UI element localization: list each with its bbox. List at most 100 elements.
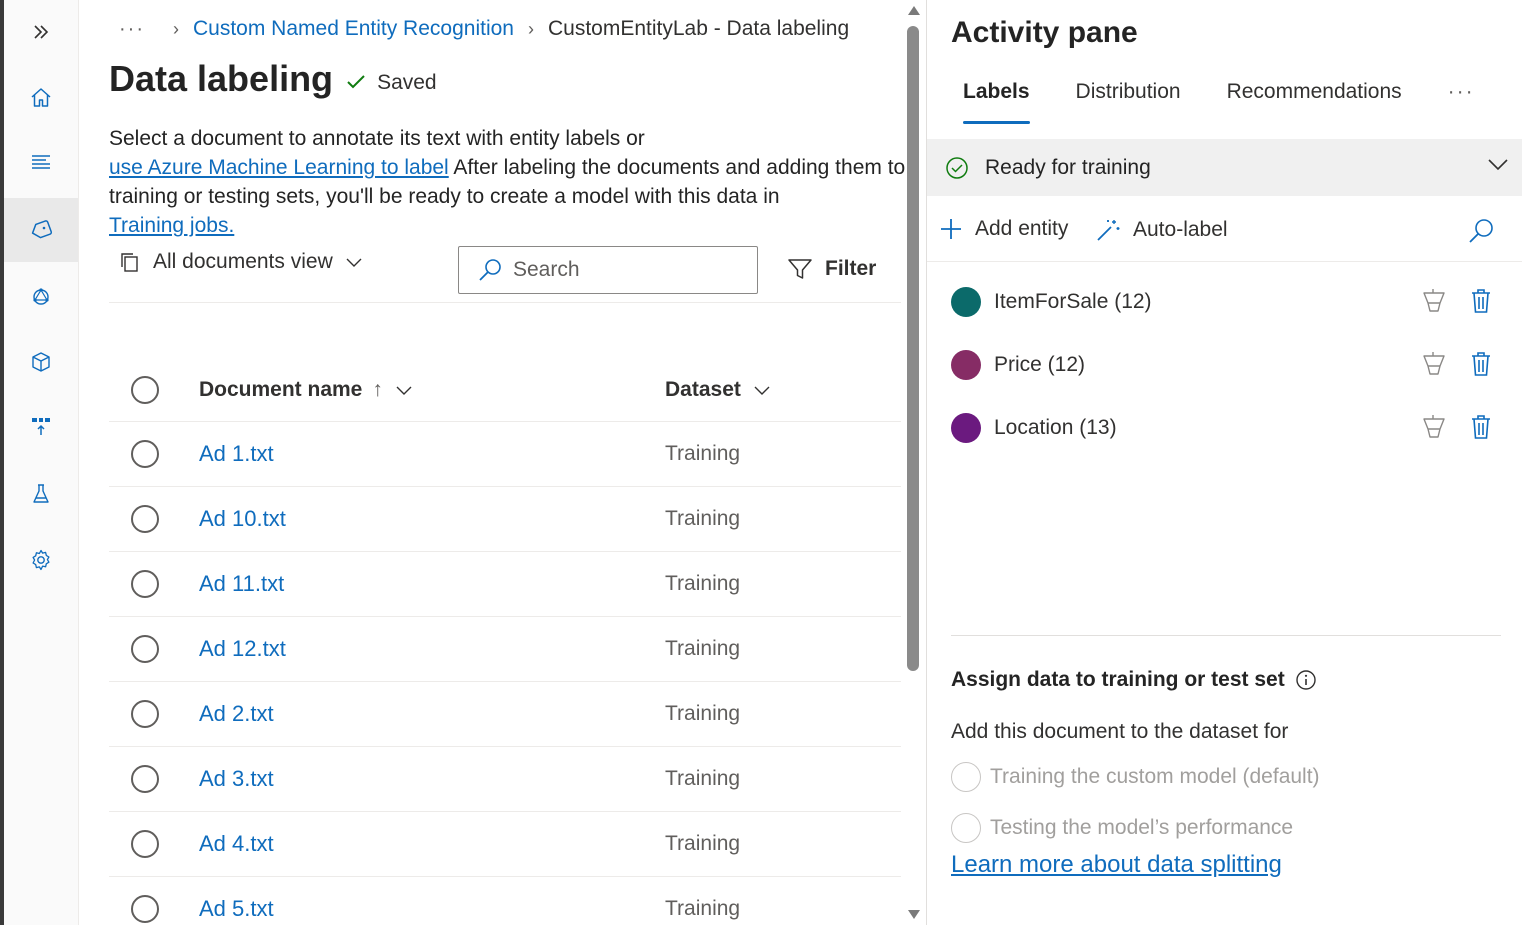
learn-more-link[interactable]: Learn more about data splitting (951, 851, 1282, 879)
radio-testing[interactable] (951, 813, 981, 843)
document-name-link[interactable]: Ad 2.txt (199, 701, 274, 727)
pane-search-button[interactable] (1467, 217, 1495, 250)
nav-settings[interactable] (4, 528, 78, 592)
auto-label-button[interactable]: Auto-label (1095, 217, 1228, 243)
entity-color-dot (951, 287, 981, 317)
page-description: Select a document to annotate its text w… (109, 124, 909, 240)
option-training[interactable]: Training the custom model (default) (951, 762, 1320, 792)
add-entity-label: Add entity (975, 217, 1069, 240)
option-testing[interactable]: Testing the model’s performance (951, 813, 1293, 843)
vertical-scrollbar[interactable] (905, 0, 923, 925)
table-row[interactable]: Ad 10.txt Training (109, 487, 901, 552)
table-row[interactable]: Ad 1.txt Training (109, 422, 901, 487)
table-row[interactable]: Ad 2.txt Training (109, 682, 901, 747)
document-name-link[interactable]: Ad 10.txt (199, 506, 286, 532)
select-all-checkbox[interactable] (131, 375, 159, 404)
tab-more-button[interactable]: ··· (1448, 80, 1475, 124)
documents-table: Document name ↑ Dataset Ad 1.txt Trainin… (109, 358, 901, 925)
row-select-radio[interactable] (131, 765, 159, 793)
entity-item-price[interactable]: Price (12) (951, 348, 1499, 382)
tab-labels[interactable]: Labels (963, 80, 1030, 124)
table-row[interactable]: Ad 11.txt Training (109, 552, 901, 617)
document-name-link[interactable]: Ad 11.txt (199, 571, 284, 597)
dataset-cell: Training (665, 767, 741, 790)
scroll-up-arrow[interactable] (908, 6, 920, 15)
plus-icon (941, 219, 961, 239)
entity-color-dot (951, 413, 981, 443)
info-icon[interactable] (1295, 669, 1317, 691)
dataset-cell: Training (665, 897, 741, 920)
azure-ml-link[interactable]: use Azure Machine Learning to label (109, 156, 449, 179)
option-training-label: Training the custom model (default) (990, 765, 1320, 788)
breadcrumb-project-link[interactable]: Custom Named Entity Recognition (193, 17, 514, 41)
expand-icon (34, 25, 49, 39)
row-select-radio[interactable] (131, 570, 159, 598)
nav-home[interactable] (4, 66, 78, 130)
add-entity-button[interactable]: Add entity (939, 217, 1068, 241)
chevron-down-icon (754, 386, 770, 395)
nav-deploying[interactable] (4, 394, 78, 458)
document-name-link[interactable]: Ad 1.txt (199, 441, 274, 467)
main-content: ··· › Custom Named Entity Recognition › … (79, 0, 926, 925)
document-name-link[interactable]: Ad 5.txt (199, 896, 274, 922)
search-icon (479, 259, 501, 281)
assign-title-text: Assign data to training or test set (951, 668, 1285, 691)
assign-description: Add this document to the dataset for (951, 720, 1289, 743)
nav-testing[interactable] (4, 462, 78, 526)
training-jobs-link[interactable]: Training jobs. (109, 214, 234, 237)
document-name-link[interactable]: Ad 3.txt (199, 766, 274, 792)
table-row[interactable]: Ad 4.txt Training (109, 812, 901, 877)
dataset-cell: Training (665, 507, 741, 530)
sort-ascending-icon: ↑ (372, 377, 383, 401)
breadcrumb-overflow[interactable]: ··· (119, 18, 145, 41)
magic-wand-icon (1097, 220, 1120, 241)
page-title: Data labeling (109, 58, 334, 99)
document-name-link[interactable]: Ad 12.txt (199, 636, 286, 662)
entity-actions (1421, 350, 1493, 378)
row-select-radio[interactable] (131, 830, 159, 858)
nav-data-labeling[interactable] (4, 198, 78, 262)
delete-icon[interactable] (1469, 413, 1493, 441)
filter-button[interactable]: Filter (787, 256, 876, 282)
documents-icon (121, 253, 138, 272)
paint-bucket-icon[interactable] (1421, 350, 1447, 378)
row-select-radio[interactable] (131, 700, 159, 728)
nav-projects[interactable] (4, 130, 78, 194)
expand-nav-button[interactable] (4, 0, 78, 64)
title-row: Data labeling Saved (109, 58, 437, 100)
row-select-radio[interactable] (131, 440, 159, 468)
table-row[interactable]: Ad 5.txt Training (109, 877, 901, 925)
divider (951, 635, 1501, 636)
entity-item-location[interactable]: Location (13) (951, 411, 1499, 445)
delete-icon[interactable] (1469, 350, 1493, 378)
breadcrumb: ··· › Custom Named Entity Recognition › … (119, 14, 849, 44)
row-select-radio[interactable] (131, 635, 159, 663)
training-status-text: Ready for training (985, 155, 1151, 179)
table-row[interactable]: Ad 3.txt Training (109, 747, 901, 812)
nav-model-performance[interactable] (4, 330, 78, 394)
search-box[interactable] (458, 246, 758, 294)
box-icon (32, 352, 50, 372)
search-input[interactable] (513, 258, 743, 282)
paint-bucket-icon[interactable] (1421, 413, 1447, 441)
row-select-radio[interactable] (131, 505, 159, 533)
chevron-down-icon[interactable] (1487, 157, 1509, 171)
column-document-name[interactable]: Document name ↑ (199, 378, 413, 402)
delete-icon[interactable] (1469, 287, 1493, 315)
document-name-link[interactable]: Ad 4.txt (199, 831, 274, 857)
tab-recommendations[interactable]: Recommendations (1227, 80, 1402, 124)
view-selector[interactable]: All documents view (119, 250, 363, 274)
scroll-down-arrow[interactable] (908, 910, 920, 919)
model-icon (33, 288, 49, 305)
entity-item-itemforsale[interactable]: ItemForSale (12) (951, 285, 1499, 319)
training-status-bar[interactable]: Ready for training (927, 139, 1522, 196)
row-select-radio[interactable] (131, 895, 159, 923)
nav-training-jobs[interactable] (4, 265, 78, 329)
table-row[interactable]: Ad 12.txt Training (109, 617, 901, 682)
tab-distribution[interactable]: Distribution (1076, 80, 1181, 124)
radio-training[interactable] (951, 762, 981, 792)
scroll-thumb[interactable] (907, 26, 919, 671)
pane-toolbar: Add entity Auto-label (927, 205, 1522, 262)
paint-bucket-icon[interactable] (1421, 287, 1447, 315)
column-dataset[interactable]: Dataset (665, 378, 771, 402)
